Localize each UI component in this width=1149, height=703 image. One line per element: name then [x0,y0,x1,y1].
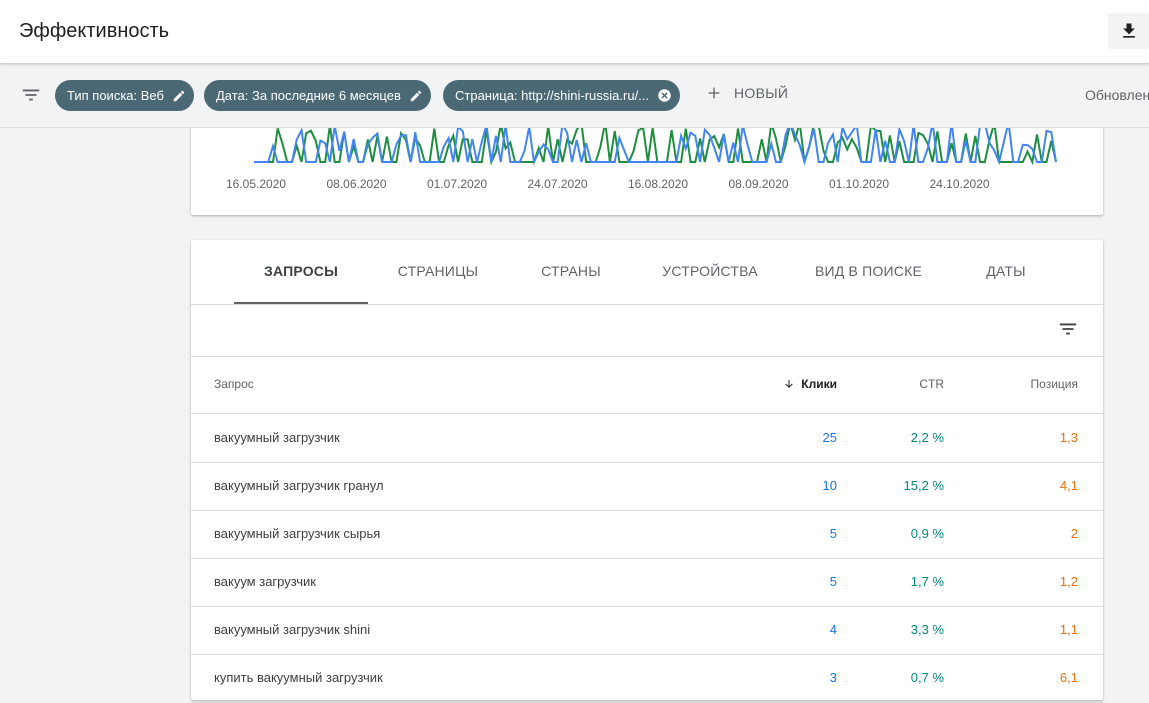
column-header-query[interactable]: Запрос [214,377,254,391]
column-header-position[interactable]: Позиция [1031,377,1078,391]
position-cell: 1,2 [1059,574,1078,589]
table-row[interactable]: вакуум загрузчик 5 1,7 % 1,2 [191,558,1103,607]
query-cell: купить вакуумный загрузчик [214,670,383,685]
top-bar: Эффективность [0,0,1149,63]
query-cell: вакуумный загрузчик сырья [214,526,381,541]
tab-dates[interactable]: ДАТЫ [976,240,1036,304]
chip-label: Тип поиска: Веб [67,88,164,103]
ctr-cell: 0,9 % [910,526,944,541]
table-header: Запрос Клики CTR Позиция [191,357,1103,414]
table-row[interactable]: купить вакуумный загрузчик 3 0,7 % 6,1 [191,654,1103,703]
ctr-cell: 1,7 % [910,574,944,589]
queries-table-card: ЗАПРОСЫ СТРАНИЦЫ СТРАНЫ УСТРОЙСТВА ВИД В… [191,240,1103,703]
clicks-cell: 25 [822,430,837,445]
edit-icon[interactable] [172,89,186,103]
column-header-clicks[interactable]: Клики [783,377,837,391]
position-cell: 1,3 [1059,430,1078,445]
tab-devices[interactable]: УСТРОЙСТВА [651,240,769,304]
tab-pages[interactable]: СТРАНИЦЫ [381,240,495,304]
add-filter-label: НОВЫЙ [734,85,789,101]
tab-queries[interactable]: ЗАПРОСЫ [234,240,368,304]
arrow-down-icon [783,378,795,390]
x-tick-label: 08.09.2020 [728,177,789,191]
chip-label: Дата: За последние 6 месяцев [216,88,401,103]
x-tick-label: 24.10.2020 [929,177,990,191]
page-title: Эффективность [19,20,170,42]
position-cell: 6,1 [1059,670,1078,685]
position-cell: 4,1 [1059,478,1078,493]
query-cell: вакуум загрузчик [214,574,316,589]
ctr-cell: 0,7 % [910,670,944,685]
download-icon [1122,23,1135,38]
filter-chip-date[interactable]: Дата: За последние 6 месяцев [204,80,431,111]
filter-list-icon[interactable] [20,84,42,111]
table-row[interactable]: вакуумный загрузчик shini 4 3,3 % 1,1 [191,606,1103,655]
x-tick-label: 01.10.2020 [829,177,890,191]
close-circle-icon[interactable] [657,88,672,103]
x-tick-label: 24.07.2020 [527,177,588,191]
last-updated-text: Обновлено [1085,87,1149,103]
table-row[interactable]: вакуумный загрузчик 25 2,2 % 1,3 [191,414,1103,463]
position-cell: 2 [1070,526,1078,541]
clicks-cell: 4 [829,622,837,637]
x-tick-label: 08.06.2020 [326,177,387,191]
edit-icon[interactable] [409,89,423,103]
table-row[interactable]: вакуумный загрузчик гранул 10 15,2 % 4,1 [191,462,1103,511]
clicks-cell: 10 [822,478,837,493]
table-toolbar [191,304,1103,357]
query-cell: вакуумный загрузчик shini [214,622,371,637]
chip-label: Страница: http://shini-russia.ru/... [455,88,650,103]
clicks-cell: 5 [829,526,837,541]
query-cell: вакуумный загрузчик [214,430,340,445]
x-tick-label: 16.05.2020 [226,177,287,191]
plus-icon [706,85,722,101]
table-filter-icon[interactable] [1057,318,1079,345]
table-row[interactable]: вакуумный загрузчик сырья 5 0,9 % 2 [191,510,1103,559]
filter-chip-page[interactable]: Страница: http://shini-russia.ru/... [443,80,681,111]
tab-bar: ЗАПРОСЫ СТРАНИЦЫ СТРАНЫ УСТРОЙСТВА ВИД В… [191,240,1103,305]
clicks-cell: 5 [829,574,837,589]
x-tick-label: 16.08.2020 [628,177,689,191]
column-label: Клики [801,377,837,391]
column-header-ctr[interactable]: CTR [919,377,944,391]
ctr-cell: 15,2 % [903,478,944,493]
ctr-cell: 2,2 % [910,430,944,445]
download-button[interactable] [1108,13,1149,49]
add-filter-button[interactable]: НОВЫЙ [706,85,788,101]
tab-search-appearance[interactable]: ВИД В ПОИСКЕ [811,240,926,304]
position-cell: 1,1 [1059,622,1078,637]
clicks-cell: 3 [829,670,837,685]
tab-countries[interactable]: СТРАНЫ [521,240,621,304]
query-cell: вакуумный загрузчик гранул [214,478,384,493]
filter-chip-search-type[interactable]: Тип поиска: Веб [55,80,194,111]
x-tick-label: 01.07.2020 [427,177,488,191]
filter-bar: Тип поиска: Веб Дата: За последние 6 мес… [0,63,1149,128]
ctr-cell: 3,3 % [910,622,944,637]
